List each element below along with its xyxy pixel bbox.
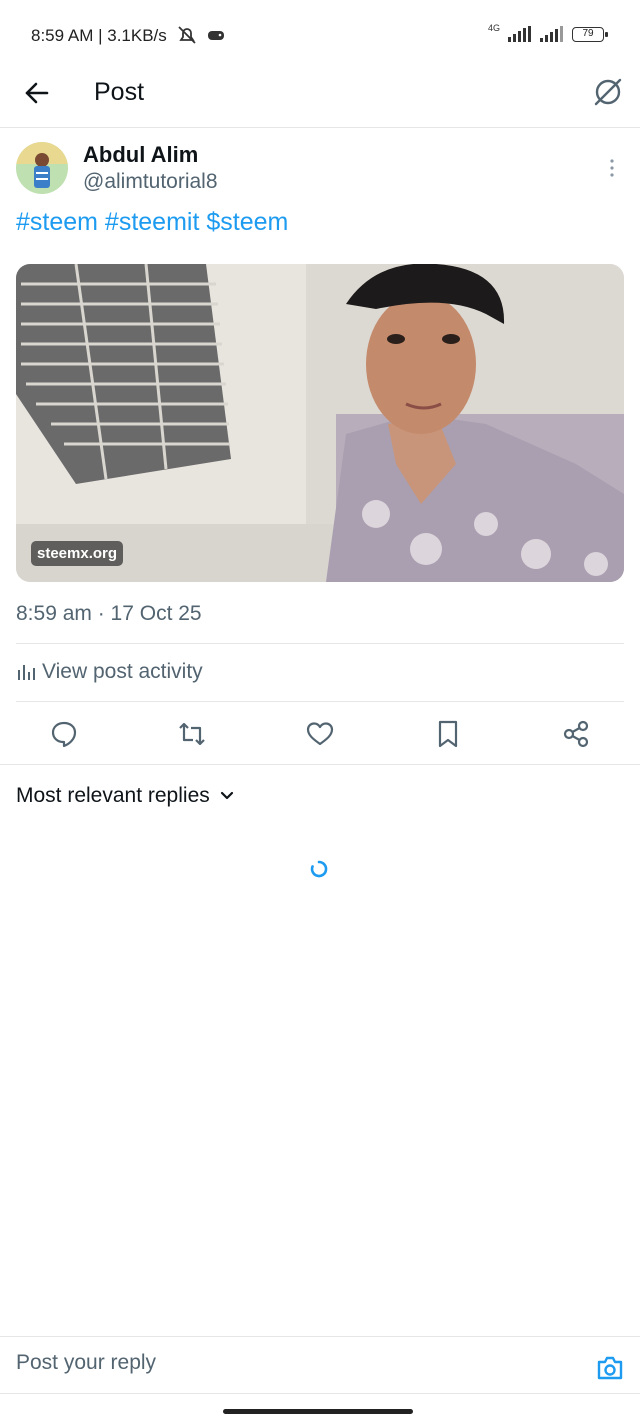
bookmark-icon <box>438 720 458 748</box>
avatar-image <box>16 142 68 194</box>
network-type: 4G <box>487 23 500 33</box>
author-name[interactable]: Abdul Alim <box>83 142 198 168</box>
bookmark-button[interactable] <box>432 718 464 750</box>
repost-icon <box>179 722 205 746</box>
like-button[interactable] <box>304 718 336 750</box>
divider <box>0 764 640 765</box>
signal-2-icon <box>540 26 563 42</box>
avatar[interactable] <box>16 142 68 194</box>
camera-icon <box>597 1356 623 1380</box>
replies-sort-dropdown[interactable]: Most relevant replies <box>16 784 236 808</box>
reply-bar <box>0 1336 640 1394</box>
heart-icon <box>306 722 334 746</box>
view-post-activity-link[interactable]: View post activity <box>16 660 203 684</box>
divider <box>16 643 624 644</box>
signal-icon <box>508 26 531 42</box>
post-text[interactable]: #steem #steemit $steem <box>16 208 288 237</box>
mute-bell-icon <box>178 26 196 44</box>
status-time: 8:59 AM | 3.1KB/s <box>31 26 167 45</box>
author-handle[interactable]: @alimtutorial8 <box>83 170 218 194</box>
bar-chart-icon <box>18 665 35 680</box>
home-indicator[interactable] <box>223 1409 413 1414</box>
post-photo <box>16 264 624 582</box>
top-bar: Post <box>0 60 640 128</box>
view-post-activity-label: View post activity <box>42 660 203 683</box>
repost-button[interactable] <box>176 718 208 750</box>
post-author: Abdul Alim @alimtutorial8 <box>16 142 624 202</box>
more-vertical-icon <box>610 159 614 177</box>
share-button[interactable] <box>560 718 592 750</box>
post-actions <box>0 714 640 764</box>
back-button[interactable] <box>20 76 54 110</box>
page-title: Post <box>94 78 145 106</box>
game-controller-icon <box>208 31 224 40</box>
media-watermark: steemx.org <box>31 541 124 566</box>
arrow-left-icon <box>25 82 49 104</box>
grok-button[interactable] <box>590 74 626 110</box>
replies-sort-label: Most relevant replies <box>16 784 210 807</box>
chevron-down-icon <box>220 791 233 800</box>
post-timestamp: 8:59 am · 17 Oct 25 <box>16 602 202 625</box>
camera-button[interactable] <box>596 1355 624 1381</box>
reply-button[interactable] <box>48 718 80 750</box>
post-media[interactable]: steemx.org <box>16 264 624 582</box>
status-system-icons: 4G 79 <box>487 23 608 42</box>
more-options-button[interactable] <box>600 156 624 180</box>
spinner-icon <box>310 860 328 878</box>
loading-spinner <box>309 859 329 879</box>
battery-indicator: 79 <box>572 26 608 42</box>
grok-icon <box>594 78 622 106</box>
share-icon <box>563 720 589 748</box>
status-notification-icons <box>176 25 226 45</box>
divider <box>16 701 624 702</box>
comment-icon <box>51 721 77 748</box>
reply-input[interactable] <box>16 1351 556 1375</box>
